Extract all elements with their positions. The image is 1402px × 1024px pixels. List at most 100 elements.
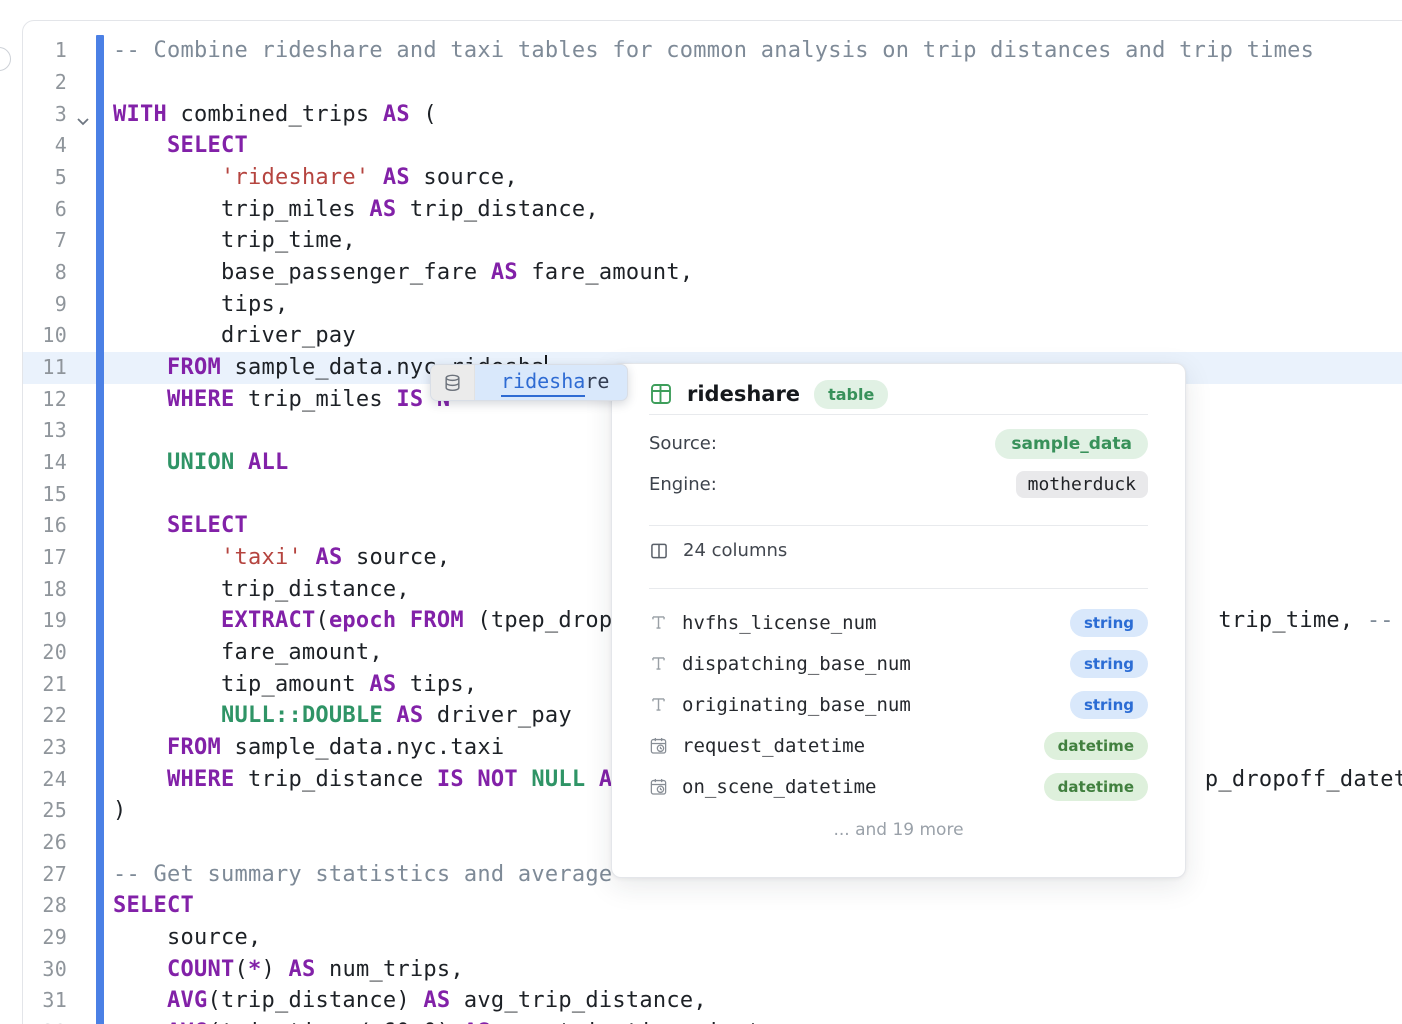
- line-number[interactable]: 11: [23, 352, 67, 384]
- line-number[interactable]: 10: [23, 320, 67, 352]
- code-text: trip_distance,: [113, 574, 410, 606]
- line-number[interactable]: 27: [23, 859, 67, 891]
- code-text: 'taxi' AS source,: [113, 542, 450, 574]
- left-edge-button[interactable]: [0, 47, 11, 71]
- calendar-clock-icon: [649, 777, 668, 796]
- column-type-badge: string: [1070, 609, 1148, 637]
- line-number[interactable]: 32: [23, 1017, 67, 1024]
- column-type-badge: string: [1070, 650, 1148, 678]
- text-type-icon: [649, 613, 668, 632]
- meta-label: Engine:: [649, 474, 717, 495]
- line-number[interactable]: 16: [23, 510, 67, 542]
- table-icon: [649, 382, 673, 406]
- code-text: WHERE trip_distance IS NOT NULL AND: [113, 764, 639, 796]
- line-number[interactable]: 22: [23, 700, 67, 732]
- autocomplete-popup[interactable]: rideshare: [430, 364, 628, 401]
- code-line-1[interactable]: 1 -- Combine rideshare and taxi tables fo…: [23, 35, 1402, 67]
- code-line-10[interactable]: 10 driver_pay: [23, 320, 1402, 352]
- line-number[interactable]: 28: [23, 890, 67, 922]
- code-line-3[interactable]: 3WITH combined_trips AS (: [23, 99, 1402, 131]
- line-number[interactable]: 5: [23, 162, 67, 194]
- column-type-badge: datetime: [1044, 773, 1148, 801]
- column-type-badge: datetime: [1044, 732, 1148, 760]
- code-line-4[interactable]: 4 SELECT: [23, 130, 1402, 162]
- line-number[interactable]: 21: [23, 669, 67, 701]
- code-line-30[interactable]: 30 COUNT(*) AS num_trips,: [23, 954, 1402, 986]
- line-number[interactable]: 31: [23, 985, 67, 1017]
- code-line-29[interactable]: 29 source,: [23, 922, 1402, 954]
- code-text: -- Combine rideshare and taxi tables for…: [113, 35, 1314, 67]
- table-name: rideshare: [687, 382, 800, 406]
- code-text: tip_amount AS tips,: [113, 669, 477, 701]
- code-line-9[interactable]: 9 tips,: [23, 289, 1402, 321]
- line-number[interactable]: 25: [23, 795, 67, 827]
- line-number[interactable]: 14: [23, 447, 67, 479]
- table-info-popup: rideshare table Source:sample_dataEngine…: [611, 363, 1186, 878]
- line-number[interactable]: 9: [23, 289, 67, 321]
- code-text: SELECT: [113, 510, 248, 542]
- code-text: EXTRACT(epoch FROM (tpep_dropo: [113, 605, 626, 637]
- code-text-overflow: trip_time, --: [1218, 605, 1393, 637]
- line-number[interactable]: 26: [23, 827, 67, 859]
- line-number[interactable]: 23: [23, 732, 67, 764]
- meta-value-badge: motherduck: [1016, 471, 1148, 498]
- column-name: originating_base_num: [682, 694, 911, 716]
- database-icon: [431, 365, 475, 400]
- modified-lines-bar: [96, 35, 104, 1024]
- code-text: base_passenger_fare AS fare_amount,: [113, 257, 693, 289]
- table-kind-badge: table: [814, 380, 888, 409]
- line-number[interactable]: 6: [23, 194, 67, 226]
- columns-icon: [649, 541, 669, 561]
- meta-row-source: Source:sample_data: [649, 423, 1148, 464]
- columns-count-text: 24 columns: [683, 540, 787, 561]
- code-line-5[interactable]: 5 'rideshare' AS source,: [23, 162, 1402, 194]
- line-number[interactable]: 20: [23, 637, 67, 669]
- code-line-6[interactable]: 6 trip_miles AS trip_distance,: [23, 194, 1402, 226]
- code-line-28[interactable]: 28SELECT: [23, 890, 1402, 922]
- code-text: tips,: [113, 289, 288, 321]
- code-text: COUNT(*) AS num_trips,: [113, 954, 464, 986]
- code-line-32[interactable]: 32 AVG(trip_time / 60.0) AS avg_trip_tim…: [23, 1017, 1402, 1024]
- code-text: trip_time,: [113, 225, 356, 257]
- column-name: on_scene_datetime: [682, 776, 876, 798]
- column-name: dispatching_base_num: [682, 653, 911, 675]
- fold-chevron-icon[interactable]: [75, 107, 95, 125]
- line-number[interactable]: 30: [23, 954, 67, 986]
- code-line-31[interactable]: 31 AVG(trip_distance) AS avg_trip_distan…: [23, 985, 1402, 1017]
- autocomplete-item-rideshare[interactable]: rideshare: [475, 365, 627, 400]
- line-number[interactable]: 24: [23, 764, 67, 796]
- code-text: 'rideshare' AS source,: [113, 162, 518, 194]
- column-row: originating_base_num string: [649, 684, 1148, 725]
- code-line-8[interactable]: 8 base_passenger_fare AS fare_amount,: [23, 257, 1402, 289]
- line-number[interactable]: 7: [23, 225, 67, 257]
- column-name: hvfhs_license_num: [682, 612, 876, 634]
- line-number[interactable]: 13: [23, 415, 67, 447]
- line-number[interactable]: 3: [23, 99, 67, 131]
- columns-list: hvfhs_license_numstringdispatching_base_…: [649, 589, 1148, 807]
- code-line-7[interactable]: 7 trip_time,: [23, 225, 1402, 257]
- line-number[interactable]: 15: [23, 479, 67, 511]
- line-number[interactable]: 19: [23, 605, 67, 637]
- more-columns-note: ... and 19 more: [649, 820, 1148, 840]
- code-text: driver_pay: [113, 320, 356, 352]
- meta-label: Source:: [649, 433, 717, 454]
- line-number[interactable]: 8: [23, 257, 67, 289]
- line-number[interactable]: 2: [23, 67, 67, 99]
- line-number[interactable]: 1: [23, 35, 67, 67]
- column-row: dispatching_base_num string: [649, 643, 1148, 684]
- line-number[interactable]: 17: [23, 542, 67, 574]
- code-text: trip_miles AS trip_distance,: [113, 194, 599, 226]
- line-number[interactable]: 12: [23, 384, 67, 416]
- line-number[interactable]: 4: [23, 130, 67, 162]
- code-text: -- Get summary statistics and average: [113, 859, 626, 891]
- code-line-2[interactable]: 2: [23, 67, 1402, 99]
- column-row: hvfhs_license_num string: [649, 602, 1148, 643]
- meta-row-engine: Engine: motherduck: [649, 464, 1148, 505]
- code-text: AVG(trip_time / 60.0) AS avg_trip_time_m…: [113, 1017, 801, 1024]
- code-text: fare_amount,: [113, 637, 383, 669]
- line-number[interactable]: 29: [23, 922, 67, 954]
- code-text: WHERE trip_miles IS N: [113, 384, 450, 416]
- column-type-badge: string: [1070, 691, 1148, 719]
- table-meta-section: Source:sample_data Engine: motherduck: [649, 415, 1148, 512]
- line-number[interactable]: 18: [23, 574, 67, 606]
